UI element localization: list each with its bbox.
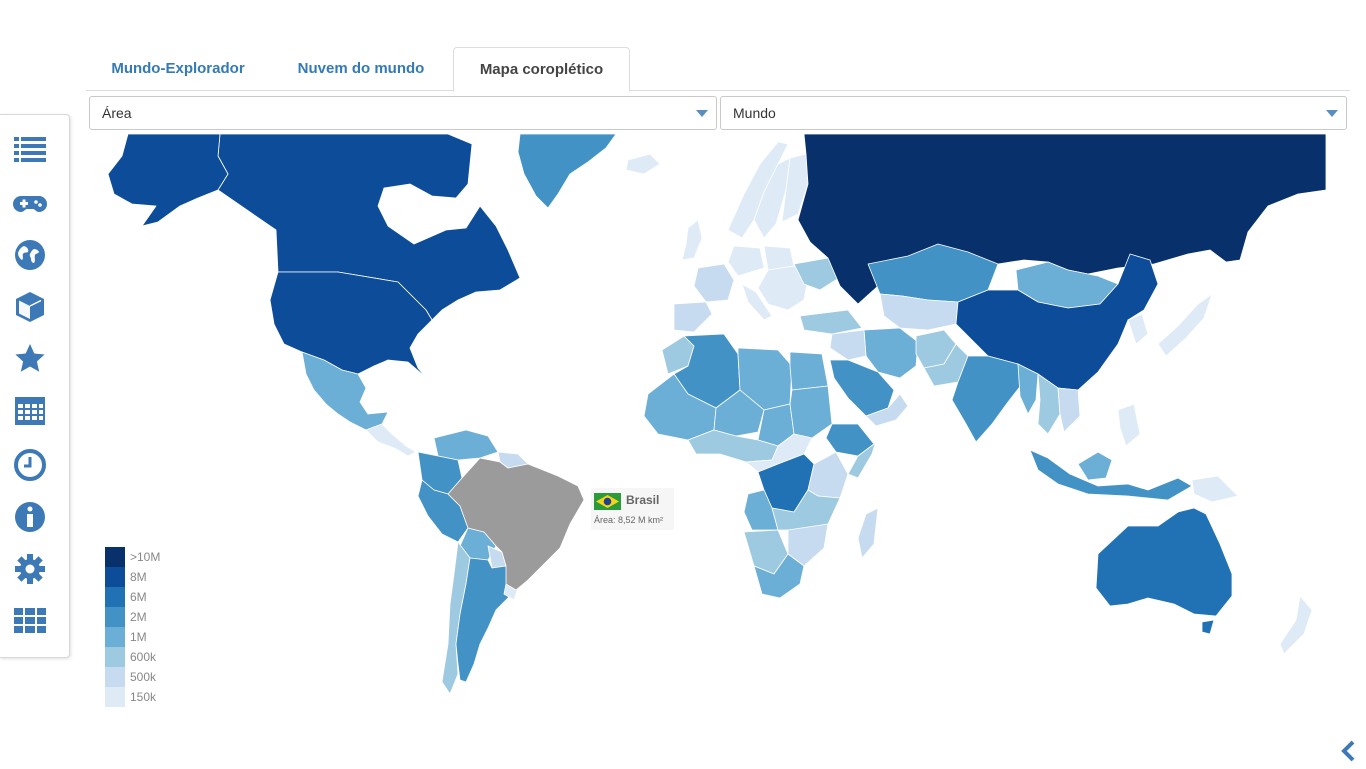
legend-label: 1M <box>130 630 147 644</box>
chevron-down-icon <box>1326 110 1338 117</box>
legend-item: 500k <box>105 667 185 687</box>
country-germany[interactable] <box>727 245 765 277</box>
country-madagascar[interactable] <box>857 507 879 559</box>
country-egypt[interactable] <box>789 351 829 391</box>
tab-nuvem-do-mundo[interactable]: Nuvem do mundo <box>276 47 446 91</box>
clock-icon[interactable] <box>12 447 48 483</box>
country-central-america[interactable] <box>365 423 417 457</box>
globe-icon[interactable] <box>12 237 48 273</box>
country-turkey[interactable] <box>799 309 863 335</box>
chevron-down-icon <box>696 110 708 117</box>
country-iraq-syria[interactable] <box>829 329 867 361</box>
list-icon[interactable] <box>12 131 48 167</box>
info-icon[interactable] <box>12 499 48 535</box>
legend-label: >10M <box>130 550 161 564</box>
legend-item: 150k <box>105 687 185 707</box>
country-indonesia[interactable] <box>1029 449 1193 501</box>
country-japan[interactable] <box>1157 293 1213 357</box>
region-select[interactable]: Mundo <box>720 96 1347 130</box>
legend-swatch <box>105 687 125 707</box>
country-sudan[interactable] <box>789 385 833 439</box>
country-philippines[interactable] <box>1117 403 1141 447</box>
legend-item: 8M <box>105 567 185 587</box>
map-legend: >10M 8M 6M 2M 1M 600k 500k 150k <box>105 547 185 707</box>
legend-label: 2M <box>130 610 147 624</box>
brazil-flag-icon <box>594 493 621 510</box>
country-iceland[interactable] <box>625 153 661 175</box>
sidebar <box>0 114 70 658</box>
country-papua[interactable] <box>1191 475 1239 503</box>
tab-bar: Mundo-Explorador Nuvem do mundo Mapa cor… <box>86 47 1350 92</box>
legend-item: 2M <box>105 607 185 627</box>
legend-label: 150k <box>130 690 157 704</box>
legend-item: 1M <box>105 627 185 647</box>
gamepad-icon[interactable] <box>12 185 48 221</box>
gear-icon[interactable] <box>12 551 48 587</box>
country-france[interactable] <box>693 263 735 303</box>
legend-swatch <box>105 627 125 647</box>
legend-label: 6M <box>130 590 147 604</box>
legend-swatch <box>105 547 125 567</box>
tooltip-country-name: Brasil <box>626 493 660 507</box>
country-vietnam[interactable] <box>1057 387 1081 433</box>
legend-swatch <box>105 567 125 587</box>
tab-mundo-explorador[interactable]: Mundo-Explorador <box>94 47 262 91</box>
legend-item: 600k <box>105 647 185 667</box>
legend-item: >10M <box>105 547 185 567</box>
country-new-zealand[interactable] <box>1279 595 1313 655</box>
country-tasmania[interactable] <box>1201 619 1215 635</box>
legend-swatch <box>105 587 125 607</box>
legend-swatch <box>105 667 125 687</box>
star-icon[interactable] <box>12 341 48 377</box>
metric-select-value: Área <box>102 105 132 121</box>
calendar-icon[interactable] <box>12 393 48 429</box>
choropleth-map[interactable] <box>88 134 1350 716</box>
map-tooltip: Brasil Área: 8,52 M km² <box>591 488 674 530</box>
metric-select[interactable]: Área <box>89 96 717 130</box>
legend-label: 500k <box>130 670 157 684</box>
grid-icon[interactable] <box>12 603 48 639</box>
legend-item: 6M <box>105 587 185 607</box>
country-korea[interactable] <box>1127 313 1149 345</box>
tab-mapa-coropletico[interactable]: Mapa coroplético <box>453 47 630 92</box>
tooltip-area-value: Área: 8,52 M km² <box>594 515 664 525</box>
legend-swatch <box>105 607 125 627</box>
country-uk[interactable] <box>681 219 703 261</box>
legend-label: 600k <box>130 650 157 664</box>
legend-swatch <box>105 647 125 667</box>
chevron-left-icon[interactable] <box>1338 738 1360 764</box>
country-borneo[interactable] <box>1077 451 1113 481</box>
region-select-value: Mundo <box>733 105 776 121</box>
country-greenland[interactable] <box>517 134 617 209</box>
country-venezuela[interactable] <box>433 429 499 461</box>
country-spain[interactable] <box>673 301 713 333</box>
country-east-africa[interactable] <box>807 451 849 499</box>
country-australia[interactable] <box>1095 507 1233 617</box>
cube-icon[interactable] <box>12 289 48 325</box>
legend-label: 8M <box>130 570 147 584</box>
country-usa-alaska[interactable] <box>107 134 229 227</box>
